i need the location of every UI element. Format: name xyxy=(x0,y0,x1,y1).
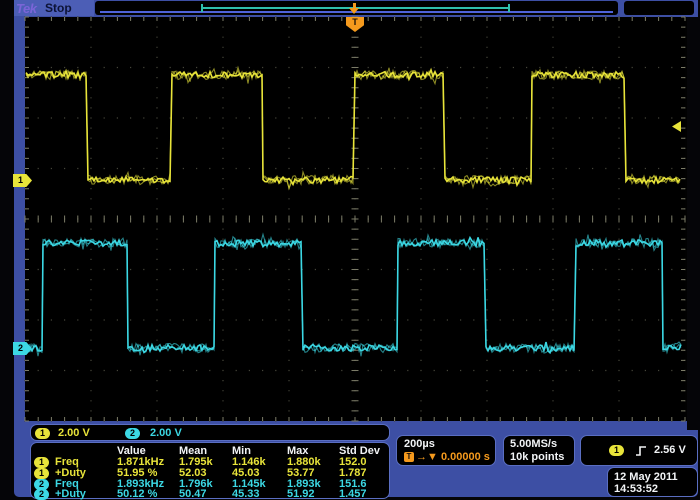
record-length-readout: 10k points xyxy=(510,452,564,463)
oscilloscope-screen: Tek Stop T 1 2 1 2.00 V 2 2.00 V ValueMe… xyxy=(0,0,700,500)
ch1-scale-readout[interactable]: 2.00 V xyxy=(58,428,90,439)
meas-row-value: 50.12 % xyxy=(117,489,157,500)
meas-row-channel-badge: 2 xyxy=(34,479,49,490)
ch2-scale-readout[interactable]: 2.00 V xyxy=(150,428,182,439)
channel-scale-bar[interactable]: 1 2.00 V 2 2.00 V xyxy=(30,424,390,441)
meas-row-label: +Duty xyxy=(55,489,86,500)
ch1-badge[interactable]: 1 xyxy=(35,428,50,439)
record-window-right-bracket xyxy=(508,4,510,12)
meas-row-max: 51.92 xyxy=(287,489,315,500)
record-window-left-bracket xyxy=(201,4,203,12)
meas-row-stddev: 1.457 xyxy=(339,489,367,500)
horizontal-delay-readout: →▼ 0.00000 s xyxy=(416,452,490,463)
horizontal-settings-box[interactable]: 200µs T →▼ 0.00000 s xyxy=(396,435,496,466)
sample-rate-readout: 5.00MS/s xyxy=(510,439,557,450)
measurement-table: ValueMeanMinMaxStd Dev 1Freq1.871kHz1.79… xyxy=(30,442,390,499)
ch2-badge[interactable]: 2 xyxy=(125,428,140,439)
date-readout: 12 May 2011 xyxy=(614,472,678,483)
trigger-level-readout: 2.56 V xyxy=(654,445,686,456)
meas-row-channel-badge: 1 xyxy=(34,468,49,479)
datetime-box: 12 May 2011 14:53:52 xyxy=(607,467,698,497)
acquisition-settings-box[interactable]: 5.00MS/s 10k points xyxy=(503,435,575,466)
trigger-delay-icon: T xyxy=(404,452,414,462)
top-right-readout-box xyxy=(624,1,694,15)
meas-row-channel-badge: 2 xyxy=(34,489,49,500)
rising-edge-slope-icon xyxy=(635,444,647,456)
acquisition-status: Stop xyxy=(45,1,72,15)
tek-logo: Tek xyxy=(16,1,36,16)
time-readout: 14:53:52 xyxy=(614,484,658,495)
ui-frame xyxy=(14,0,698,497)
horizontal-scale-readout: 200µs xyxy=(404,439,435,450)
trigger-settings-box[interactable]: 1 2.56 V xyxy=(580,435,698,466)
record-view-bar[interactable] xyxy=(95,1,618,15)
right-edge-column xyxy=(687,17,700,430)
meas-row-mean: 50.47 xyxy=(179,489,207,500)
trigger-position-arrowhead-icon xyxy=(349,8,359,14)
meas-row-min: 45.33 xyxy=(232,489,260,500)
meas-row-channel-badge: 1 xyxy=(34,457,49,468)
trigger-source-badge: 1 xyxy=(609,445,624,456)
